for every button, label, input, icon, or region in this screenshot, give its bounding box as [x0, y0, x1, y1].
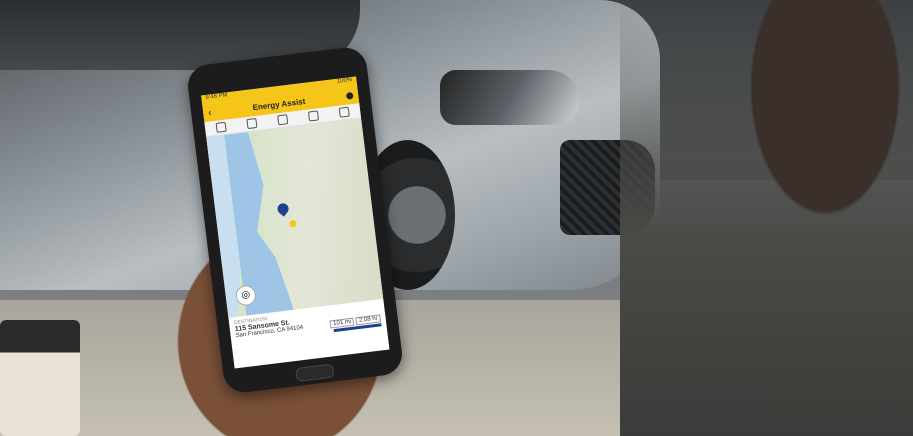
destination-marker[interactable] [289, 219, 297, 228]
location-pin-icon[interactable] [275, 201, 291, 217]
settings-icon[interactable] [338, 106, 351, 118]
phone-screen: 9:48 PM 100% ‹ Energy Assist ◎ DESTINATI… [201, 76, 390, 369]
charger-icon[interactable] [246, 117, 258, 130]
person-silhouette [620, 0, 913, 436]
map-view[interactable]: ◎ [206, 118, 384, 318]
menu-icon[interactable] [345, 91, 354, 100]
coffee-cup [0, 320, 80, 436]
back-arrow-icon[interactable]: ‹ [208, 107, 213, 118]
photo-scene: 9:48 PM 100% ‹ Energy Assist ◎ DESTINATI… [0, 0, 913, 436]
search-icon[interactable] [215, 121, 227, 133]
car-icon[interactable] [308, 110, 320, 122]
plug-icon[interactable] [277, 114, 289, 126]
app-title: Energy Assist [252, 96, 306, 112]
status-battery: 100% [336, 76, 353, 85]
car-headlight [440, 70, 580, 125]
home-button[interactable] [295, 363, 335, 382]
